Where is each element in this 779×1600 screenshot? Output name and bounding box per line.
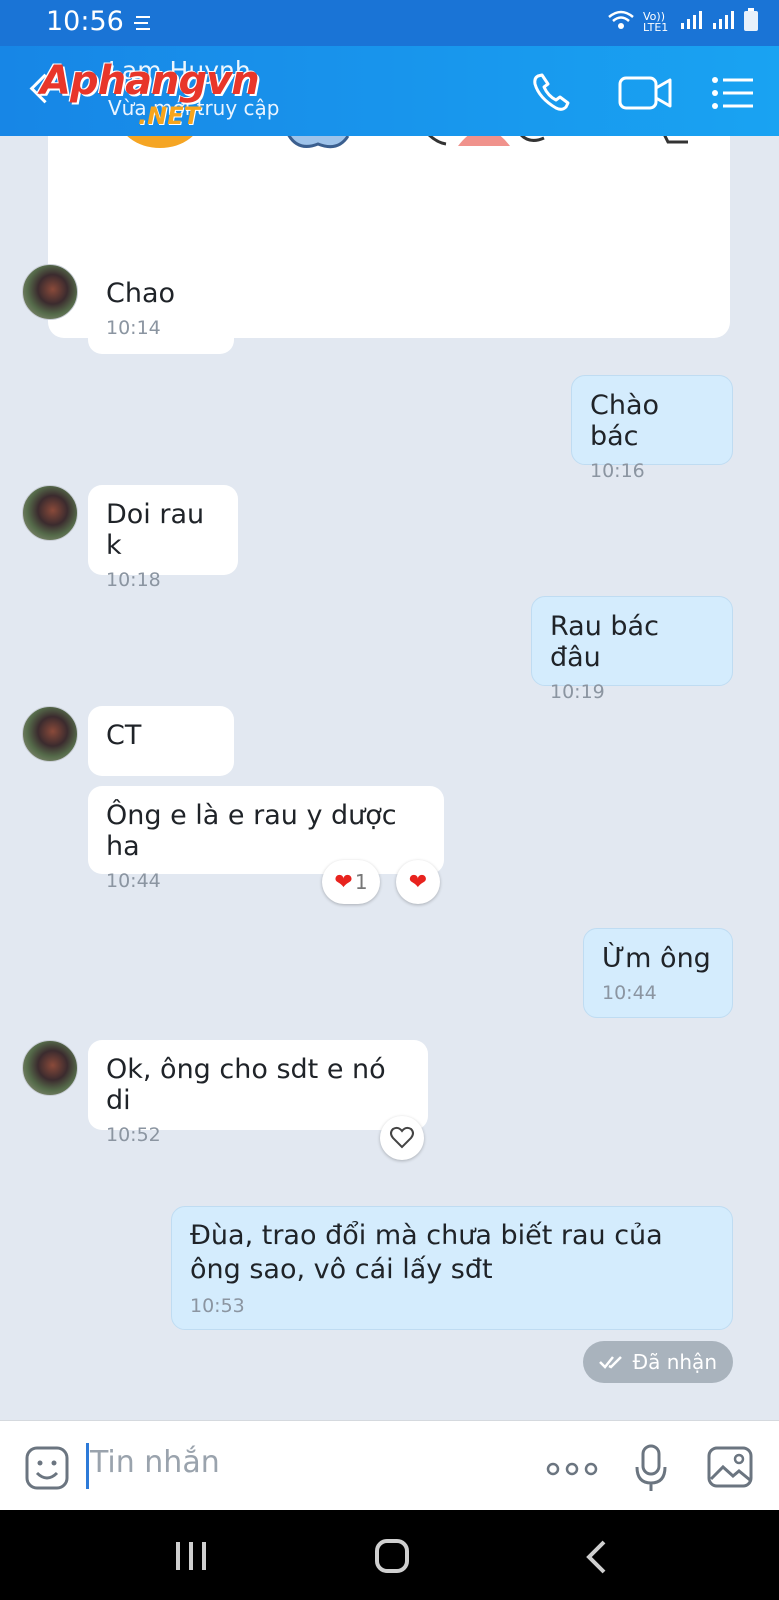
watermark-logo: Aphangvn .NET xyxy=(40,58,260,130)
reaction-summary[interactable]: ❤ 1 xyxy=(322,860,380,904)
message-outgoing[interactable]: Rau bác đâu 10:19 xyxy=(531,596,733,703)
message-outgoing[interactable]: Ừm ông 10:44 xyxy=(583,928,733,1018)
message-incoming[interactable]: Ok, ông cho sdt e nó di 10:52 xyxy=(88,1040,428,1146)
double-check-icon xyxy=(598,1356,622,1369)
avatar[interactable] xyxy=(22,485,78,541)
message-time: 10:53 xyxy=(190,1295,245,1317)
message-incoming[interactable]: Ông e là e rau y dược ha 10:44 xyxy=(88,786,444,892)
message-text: Chào bác xyxy=(590,390,660,452)
text-cursor xyxy=(86,1443,89,1489)
react-button[interactable] xyxy=(380,1116,424,1160)
microphone-icon[interactable] xyxy=(632,1443,670,1497)
message-time: 10:19 xyxy=(550,681,605,703)
chat-area[interactable]: Chao 10:14 Chào bác 10:16 Doi rau k 10:1… xyxy=(0,136,779,1420)
message-time: 10:44 xyxy=(602,982,657,1004)
menu-icon[interactable] xyxy=(708,68,758,118)
heart-filled-icon: ❤ xyxy=(334,869,353,895)
message-outgoing[interactable]: Chào bác 10:16 xyxy=(571,375,733,482)
status-icons: Vo)) LTE1 xyxy=(607,8,759,36)
message-time: 10:18 xyxy=(106,569,161,591)
avatar[interactable] xyxy=(22,706,78,762)
message-incoming[interactable]: Chao 10:14 xyxy=(88,264,234,354)
phone-icon[interactable] xyxy=(526,68,576,118)
image-icon[interactable] xyxy=(706,1445,754,1493)
message-text: CT xyxy=(106,720,142,751)
notification-icon xyxy=(132,14,152,36)
heart-filled-icon: ❤ xyxy=(408,869,428,895)
video-call-icon[interactable] xyxy=(616,68,676,118)
react-button[interactable]: ❤ xyxy=(396,860,440,904)
avatar[interactable] xyxy=(22,264,78,320)
battery-icon xyxy=(743,8,759,36)
message-text: Đùa, trao đổi mà chưa biết rau của ông s… xyxy=(190,1220,663,1285)
message-input[interactable]: Tin nhắn xyxy=(90,1445,220,1480)
message-incoming[interactable]: CT xyxy=(88,706,234,776)
heart-outline-icon xyxy=(390,1126,414,1149)
message-time: 10:52 xyxy=(106,1124,161,1146)
message-time: 10:14 xyxy=(106,317,161,339)
network-label: Vo)) LTE1 xyxy=(643,10,669,34)
message-text: Ok, ông cho sdt e nó di xyxy=(106,1054,386,1116)
avatar[interactable] xyxy=(22,1040,78,1096)
message-input-bar: Tin nhắn xyxy=(0,1420,779,1511)
wifi-icon xyxy=(607,9,635,35)
emoji-icon[interactable] xyxy=(24,1445,70,1495)
delivery-status-badge: Đã nhận xyxy=(582,1341,733,1383)
message-text: Ừm ông xyxy=(602,943,711,974)
message-text: Chao xyxy=(106,278,176,309)
delivery-status-text: Đã nhận xyxy=(632,1350,717,1374)
signal-icon-2 xyxy=(711,9,735,35)
more-icon[interactable] xyxy=(546,1461,598,1480)
message-text: Doi rau k xyxy=(106,499,205,561)
status-time: 10:56 xyxy=(46,6,124,37)
back-button[interactable] xyxy=(584,1540,608,1578)
status-bar: 10:56 Vo)) LTE1 xyxy=(0,0,779,46)
message-outgoing[interactable]: Đùa, trao đổi mà chưa biết rau của ông s… xyxy=(171,1206,733,1330)
message-time: 10:16 xyxy=(590,460,645,482)
reaction-count: 1 xyxy=(354,870,368,894)
signal-icon xyxy=(679,9,703,35)
chat-header: Lam Huynh Vừa mới truy cập Aphangvn .NET xyxy=(0,46,779,136)
message-text: Rau bác đâu xyxy=(550,611,659,673)
home-button[interactable] xyxy=(374,1538,410,1578)
message-text: Ông e là e rau y dược ha xyxy=(106,800,397,862)
recent-apps-button[interactable] xyxy=(174,1540,208,1576)
system-navigation-bar xyxy=(0,1510,779,1600)
message-incoming[interactable]: Doi rau k 10:18 xyxy=(88,485,238,591)
